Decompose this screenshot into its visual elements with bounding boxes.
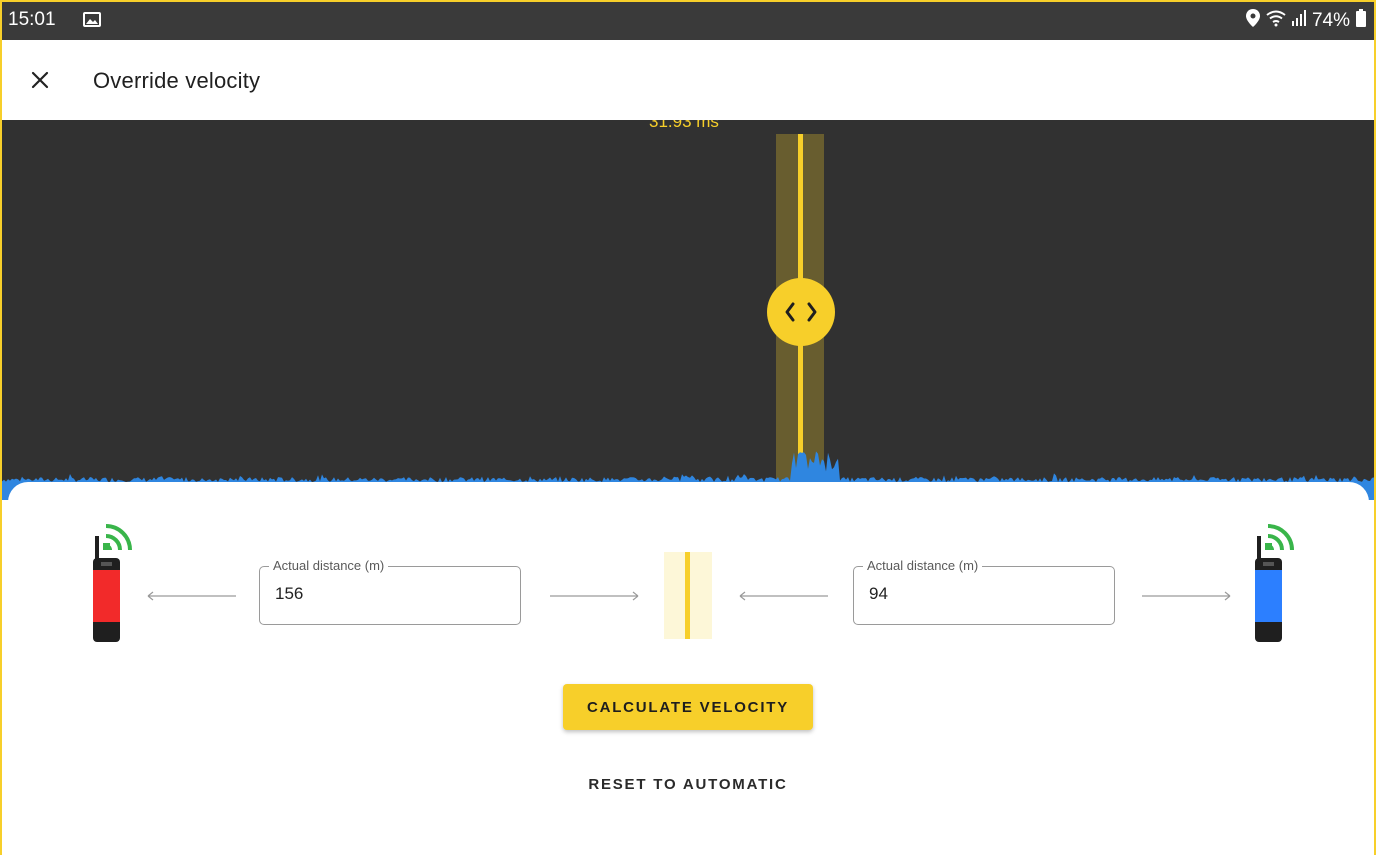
status-bar: 15:01 74%: [0, 0, 1376, 40]
signal-icon: [1291, 10, 1306, 32]
location-icon: [1245, 9, 1260, 33]
arrow-left-icon: [739, 591, 828, 601]
bottom-sheet: Actual distance (m) Actual distance (m) …: [8, 482, 1369, 855]
close-button[interactable]: [26, 66, 54, 94]
selection-drag-handle[interactable]: [767, 278, 835, 346]
battery-level: 74%: [1311, 10, 1350, 31]
gallery-icon: [83, 12, 101, 32]
time-label: 31.93 ms: [649, 120, 719, 131]
chevron-left-icon: [785, 302, 795, 322]
app-bar: Override velocity: [0, 40, 1376, 120]
left-distance-input[interactable]: [275, 584, 505, 604]
right-distance-label: Actual distance (m): [863, 558, 983, 573]
arrow-right-icon: [1142, 591, 1231, 601]
right-distance-field[interactable]: Actual distance (m): [853, 558, 1115, 625]
left-distance-field[interactable]: Actual distance (m): [259, 558, 521, 625]
calculate-velocity-button[interactable]: CALCULATE VELOCITY: [563, 684, 813, 730]
status-icons: 74%: [1245, 9, 1366, 33]
left-distance-label: Actual distance (m): [269, 558, 389, 573]
fault-location-marker: [664, 552, 712, 639]
chevron-right-icon: [807, 302, 817, 322]
arrow-left-icon: [147, 591, 236, 601]
page-title: Override velocity: [93, 68, 261, 93]
status-time: 15:01: [8, 9, 56, 30]
radio-icon: [93, 524, 132, 642]
wifi-icon: [1266, 9, 1286, 33]
close-icon: [31, 71, 49, 89]
battery-icon: [1356, 9, 1366, 33]
waveform-view[interactable]: 31.93 ms: [0, 120, 1376, 500]
radio-icon: [1255, 524, 1294, 642]
reset-to-automatic-button[interactable]: RESET TO AUTOMATIC: [563, 767, 813, 801]
right-distance-input[interactable]: [869, 584, 1099, 604]
arrow-right-icon: [550, 591, 639, 601]
